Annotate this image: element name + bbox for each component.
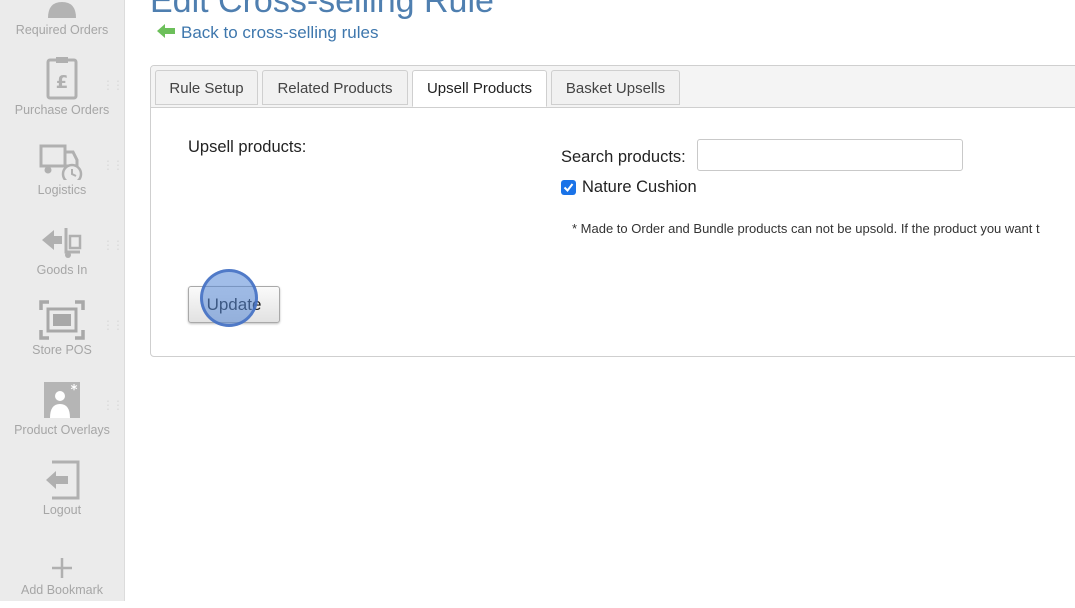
click-indicator: [200, 269, 258, 327]
sidebar-item-store-pos[interactable]: ⋮⋮ Store POS: [0, 288, 124, 368]
drag-handle-icon[interactable]: ⋮⋮: [102, 238, 124, 252]
required-orders-icon: [0, 0, 124, 20]
drag-handle-icon[interactable]: ⋮⋮: [102, 318, 124, 332]
search-products-input[interactable]: [697, 139, 963, 171]
logout-icon: [0, 456, 124, 500]
sidebar-item-label: Purchase Orders: [14, 103, 110, 117]
sidebar-item-product-overlays[interactable]: * ⋮⋮ Product Overlays: [0, 368, 124, 448]
checkbox-checked-icon[interactable]: [561, 180, 576, 195]
sidebar-item-add-bookmark[interactable]: Add Bookmark: [0, 528, 124, 608]
svg-text:*: *: [71, 383, 78, 398]
sidebar-item-logistics[interactable]: ⋮⋮ Logistics: [0, 128, 124, 208]
drag-handle-icon[interactable]: ⋮⋮: [102, 78, 124, 92]
sidebar-item-label: Logout: [42, 503, 82, 517]
sidebar-item-purchase-orders[interactable]: £ ⋮⋮ Purchase Orders: [0, 48, 124, 128]
sidebar: Required Orders £ ⋮⋮ Purchase Orders ⋮⋮ …: [0, 0, 125, 601]
arrow-left-icon: [157, 23, 175, 43]
page-title: Edit Cross-selling Rule: [150, 0, 494, 20]
sidebar-item-logout[interactable]: Logout: [0, 448, 124, 528]
tab-panel: Rule Setup Related Products Upsell Produ…: [150, 65, 1075, 357]
drag-handle-icon[interactable]: ⋮⋮: [102, 398, 124, 412]
sidebar-item-label: Store POS: [32, 343, 92, 357]
search-products-label: Search products:: [561, 148, 686, 166]
tab-rule-setup[interactable]: Rule Setup: [155, 70, 258, 105]
sidebar-item-label: Product Overlays: [14, 423, 110, 437]
plus-icon: [0, 536, 124, 580]
tab-basket-upsells[interactable]: Basket Upsells: [551, 70, 680, 105]
product-checkbox-row[interactable]: Nature Cushion: [561, 178, 697, 197]
upsell-products-label: Upsell products:: [188, 138, 307, 156]
svg-text:£: £: [56, 72, 69, 93]
product-checkbox-label[interactable]: Nature Cushion: [582, 178, 697, 197]
main-content: Edit Cross-selling Rule Back to cross-se…: [125, 0, 1075, 601]
tab-upsell-products[interactable]: Upsell Products: [412, 70, 547, 107]
sidebar-item-label: Required Orders: [15, 23, 109, 37]
sidebar-item-label: Goods In: [36, 263, 88, 277]
sidebar-item-label: Logistics: [37, 183, 87, 197]
upsell-note: * Made to Order and Bundle products can …: [572, 221, 1040, 236]
tab-related-products[interactable]: Related Products: [262, 70, 408, 105]
drag-handle-icon[interactable]: ⋮⋮: [102, 158, 124, 172]
tab-bar: Rule Setup Related Products Upsell Produ…: [151, 66, 1075, 108]
sidebar-item-label: Add Bookmark: [21, 583, 103, 597]
back-link-label[interactable]: Back to cross-selling rules: [181, 23, 378, 43]
sidebar-item-required-orders[interactable]: Required Orders: [0, 0, 124, 48]
sidebar-item-goods-in[interactable]: ⋮⋮ Goods In: [0, 208, 124, 288]
back-link[interactable]: Back to cross-selling rules: [157, 23, 378, 43]
